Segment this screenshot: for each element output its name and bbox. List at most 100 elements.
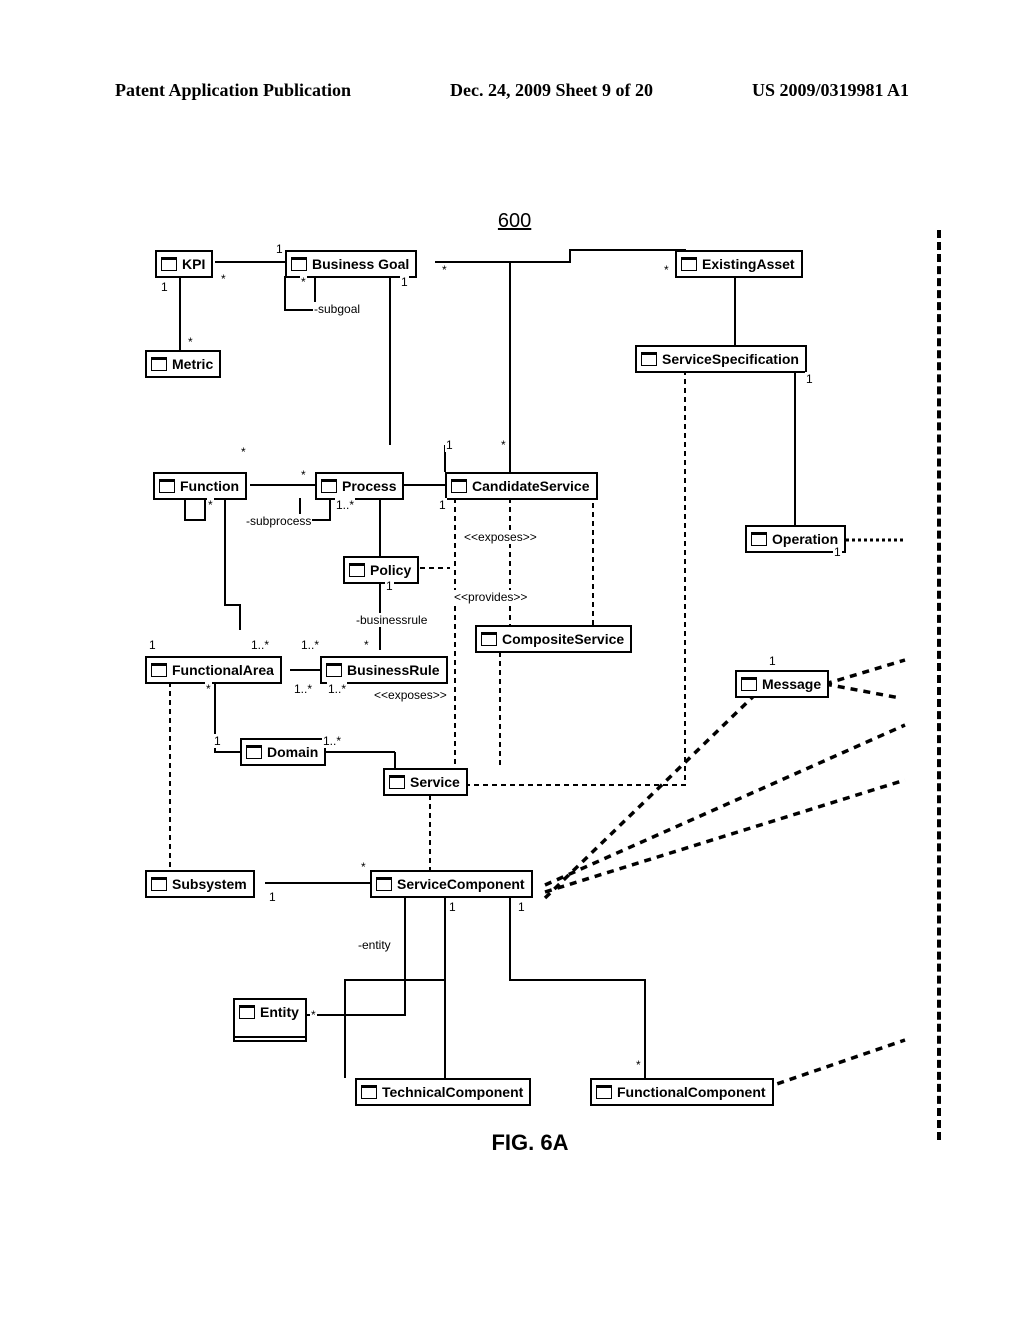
class-label: Subsystem [172, 876, 247, 892]
class-subsystem: Subsystem [145, 870, 255, 898]
class-icon [239, 1005, 255, 1019]
class-label: BusinessRule [347, 662, 440, 678]
label-subgoal: -subgoal [313, 302, 361, 316]
mult-one-star: 1..* [300, 638, 320, 652]
class-composite-service: CompositeService [475, 625, 632, 653]
class-label: ServiceComponent [397, 876, 525, 892]
mult-star: * [300, 468, 307, 482]
mult-one-star: 1..* [250, 638, 270, 652]
label-entity: -entity [357, 938, 392, 952]
class-icon [376, 877, 392, 891]
class-technical-component: TechnicalComponent [355, 1078, 531, 1106]
class-label: CandidateService [472, 478, 590, 494]
mult-one: 1 [275, 242, 284, 256]
mult-one: 1 [805, 372, 814, 386]
mult-star: * [441, 263, 448, 277]
mult-star: * [300, 275, 307, 289]
mult-one: 1 [213, 734, 222, 748]
mult-one: 1 [148, 638, 157, 652]
mult-star: * [310, 1008, 317, 1022]
mult-one-star: 1..* [335, 498, 355, 512]
page-header: Patent Application Publication Dec. 24, … [115, 80, 909, 101]
mult-one-star: 1..* [327, 682, 347, 696]
figure-caption: FIG. 6A [491, 1130, 568, 1156]
class-service: Service [383, 768, 468, 796]
class-functional-component: FunctionalComponent [590, 1078, 774, 1106]
class-label: ServiceSpecification [662, 351, 799, 367]
mult-one: 1 [438, 498, 447, 512]
class-label: Policy [370, 562, 411, 578]
class-icon [151, 877, 167, 891]
label-businessrule: -businessrule [355, 613, 428, 627]
class-label: ExistingAsset [702, 256, 795, 272]
class-icon [151, 357, 167, 371]
class-policy: Policy [343, 556, 419, 584]
class-label: FunctionalComponent [617, 1084, 766, 1100]
class-kpi: KPI [155, 250, 213, 278]
mult-star: * [205, 682, 212, 696]
entity-compartment [233, 1030, 307, 1042]
mult-one: 1 [385, 579, 394, 593]
class-process: Process [315, 472, 404, 500]
class-existing-asset: ExistingAsset [675, 250, 803, 278]
class-icon [481, 632, 497, 646]
class-label: Function [180, 478, 239, 494]
class-label: TechnicalComponent [382, 1084, 523, 1100]
class-icon [596, 1085, 612, 1099]
class-message: Message [735, 670, 829, 698]
class-function: Function [153, 472, 247, 500]
class-icon [321, 479, 337, 493]
mult-star: * [240, 445, 247, 459]
class-label: Metric [172, 356, 213, 372]
mult-star: * [635, 1058, 642, 1072]
class-icon [246, 745, 262, 759]
mult-one: 1 [833, 545, 842, 559]
class-business-rule: BusinessRule [320, 656, 448, 684]
label-exposes: <<exposes>> [463, 530, 538, 544]
class-label: CompositeService [502, 631, 624, 647]
class-icon [389, 775, 405, 789]
mult-star: * [500, 438, 507, 452]
figure-number: 600 [498, 210, 531, 233]
class-label: KPI [182, 256, 205, 272]
label-provides: <<provides>> [453, 590, 528, 604]
mult-one-star: 1..* [322, 734, 342, 748]
class-functional-area: FunctionalArea [145, 656, 282, 684]
label-subprocess: -subprocess [245, 514, 312, 528]
mult-star: * [207, 498, 214, 512]
class-metric: Metric [145, 350, 221, 378]
mult-one: 1 [160, 280, 169, 294]
class-business-goal: Business Goal [285, 250, 417, 278]
class-service-component: ServiceComponent [370, 870, 533, 898]
page-border-right [937, 230, 941, 1140]
class-icon [349, 563, 365, 577]
class-label: Operation [772, 531, 838, 547]
class-icon [681, 257, 697, 271]
class-label: Business Goal [312, 256, 409, 272]
mult-one: 1 [445, 438, 454, 452]
mult-star: * [363, 638, 370, 652]
header-right: US 2009/0319981 A1 [752, 80, 909, 101]
class-icon [291, 257, 307, 271]
uml-diagram: 600 [145, 220, 915, 1140]
mult-one: 1 [400, 275, 409, 289]
page: Patent Application Publication Dec. 24, … [0, 0, 1024, 1320]
mult-one-star: 1..* [293, 682, 313, 696]
class-icon [159, 479, 175, 493]
class-icon [326, 663, 342, 677]
class-label: Domain [267, 744, 318, 760]
mult-one: 1 [517, 900, 526, 914]
class-icon [741, 677, 757, 691]
class-candidate-service: CandidateService [445, 472, 598, 500]
class-label: Process [342, 478, 396, 494]
class-label: Message [762, 676, 821, 692]
label-exposes: <<exposes>> [373, 688, 448, 702]
mult-star: * [663, 263, 670, 277]
mult-star: * [187, 335, 194, 349]
header-left: Patent Application Publication [115, 80, 351, 101]
mult-star: * [220, 272, 227, 286]
class-label: Service [410, 774, 460, 790]
mult-star: * [360, 860, 367, 874]
class-icon [161, 257, 177, 271]
class-service-specification: ServiceSpecification [635, 345, 807, 373]
